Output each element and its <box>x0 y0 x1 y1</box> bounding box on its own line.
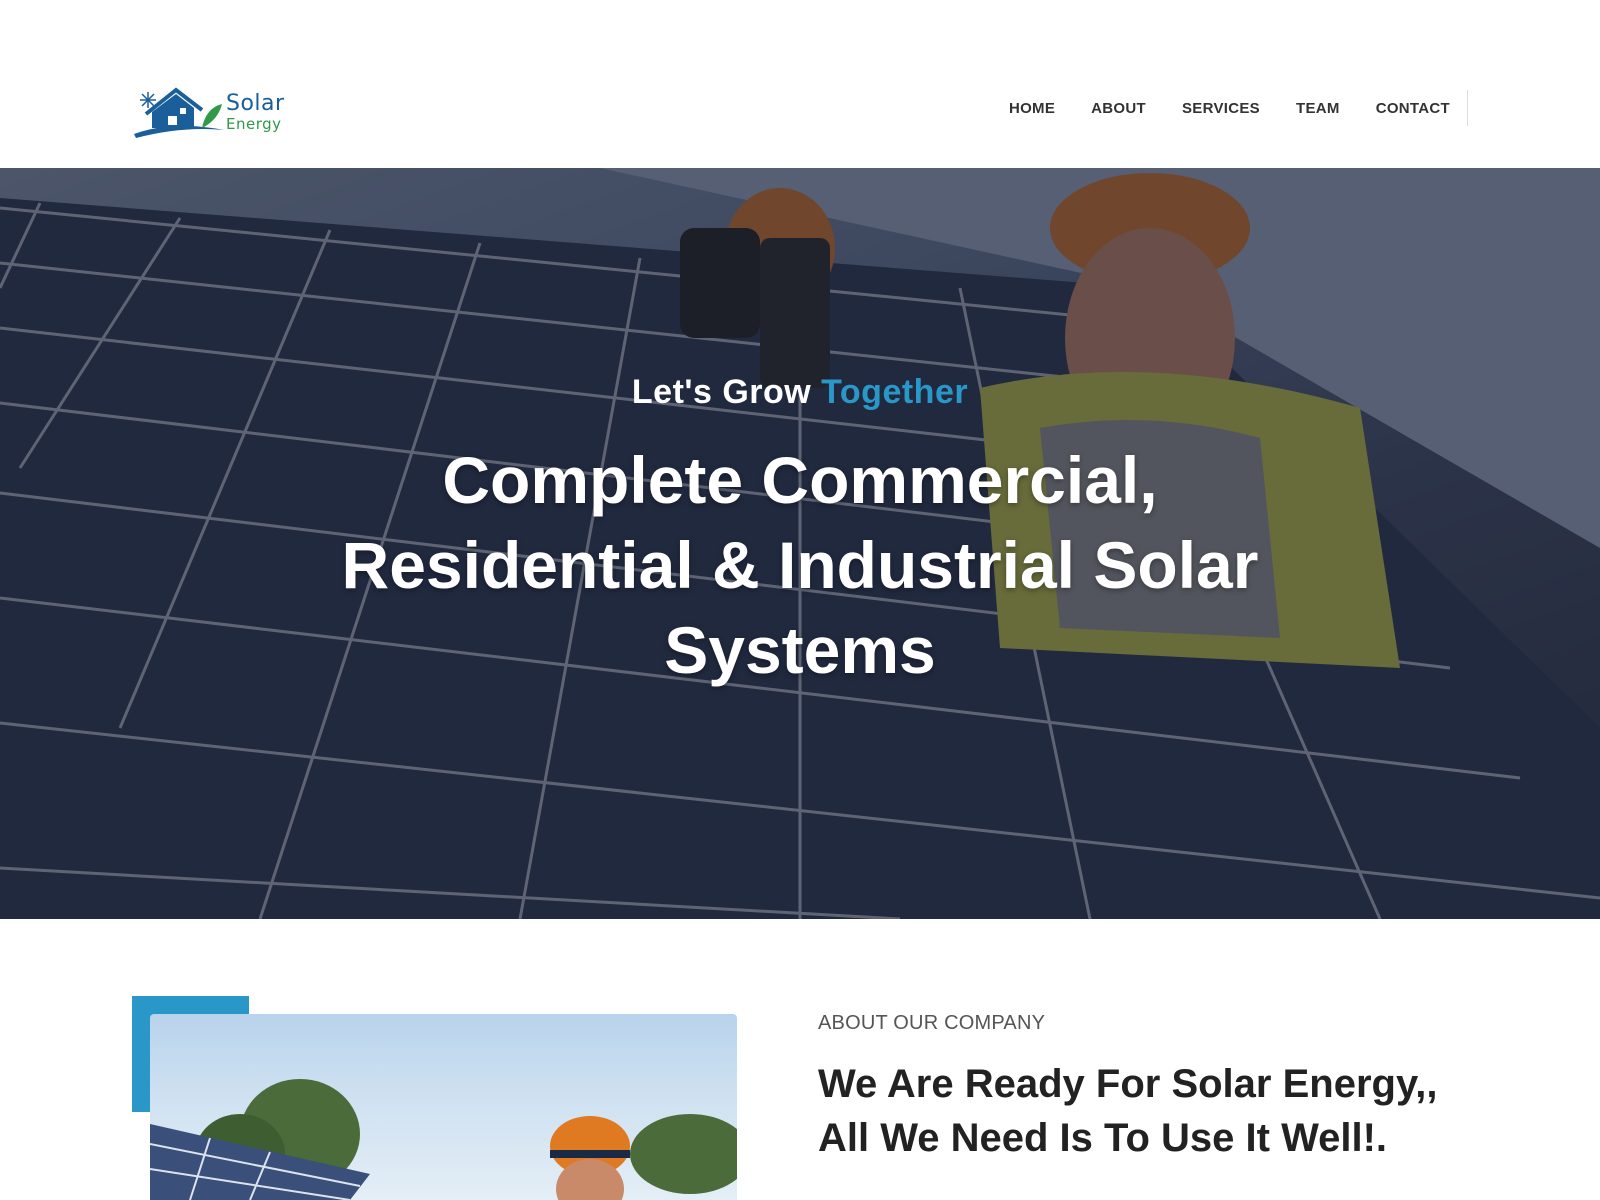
hero-content: Let's Grow Together Complete Commercial,… <box>0 168 1600 919</box>
brand-name-line1: Solar <box>226 90 285 116</box>
nav-item-services[interactable]: SERVICES <box>1182 100 1260 117</box>
nav-item-contact[interactable]: CONTACT <box>1376 100 1450 117</box>
about-heading-line2: All We Need Is To Use It Well! <box>818 1116 1376 1160</box>
nav-item-about[interactable]: ABOUT <box>1091 100 1146 117</box>
about-photo-image <box>150 1079 737 1200</box>
nav-item-team[interactable]: TEAM <box>1296 100 1340 117</box>
brand-wordmark: Solar Energy <box>226 90 285 133</box>
hero-kicker-accent: Together <box>821 373 969 411</box>
hero-kicker: Let's Grow Together <box>0 373 1600 412</box>
site-header: Solar Energy HOME ABOUT SERVICES TEAM CO… <box>0 0 1600 168</box>
hero-banner: Let's Grow Together Complete Commercial,… <box>0 168 1600 919</box>
about-kicker: ABOUT OUR COMPANY <box>818 1012 1046 1034</box>
house-solar-logo-icon <box>134 87 224 138</box>
hero-title: Complete Commercial, Residential & Indus… <box>341 443 1259 687</box>
about-photo <box>150 1014 737 1200</box>
brand-name-line2: Energy <box>226 114 282 133</box>
hero-kicker-prefix: Let's Grow <box>631 373 822 411</box>
nav-divider <box>1467 90 1468 126</box>
about-heading: We Are Ready For Solar Energy,, All We N… <box>818 1057 1478 1165</box>
about-text-block: ABOUT OUR COMPANY We Are Ready For Solar… <box>818 1012 1478 1165</box>
main-nav: HOME ABOUT SERVICES TEAM CONTACT <box>1009 90 1468 126</box>
about-heading-line1: We Are Ready For Solar Energy,, <box>818 1062 1438 1106</box>
brand-logo[interactable]: Solar Energy <box>132 84 302 140</box>
nav-item-home[interactable]: HOME <box>1009 100 1055 117</box>
about-heading-line2-tail: . <box>1375 1116 1388 1160</box>
